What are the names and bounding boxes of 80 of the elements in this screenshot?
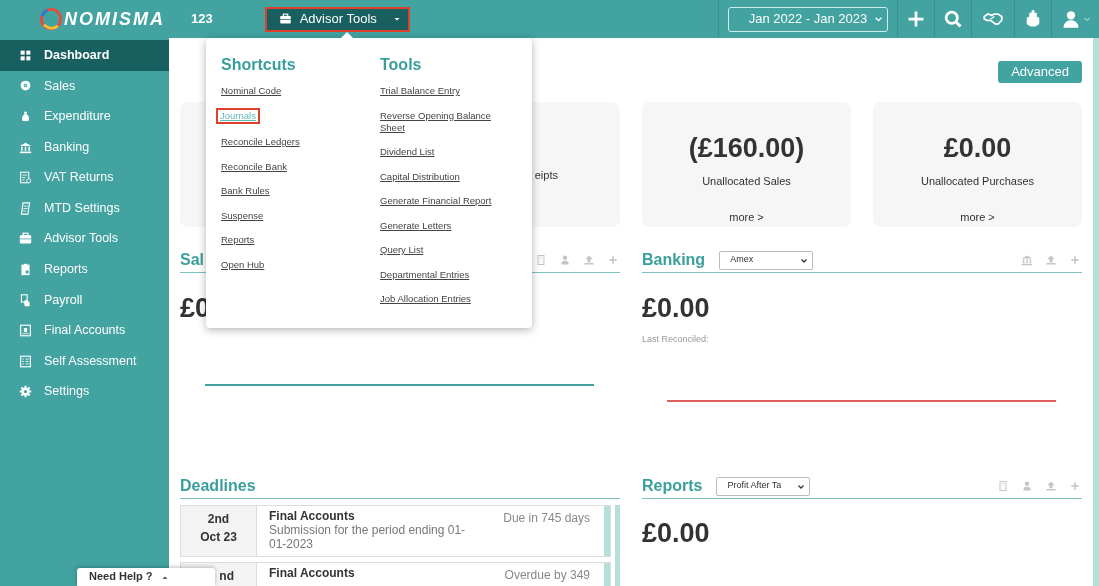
upload-icon[interactable] [1045,254,1057,266]
plus-icon[interactable] [1069,480,1081,492]
due-label: Overdue by 349 [504,567,591,584]
upload-icon[interactable] [583,254,595,266]
user-icon[interactable] [559,254,571,266]
menu-link[interactable]: Generate Financial Report [380,195,492,207]
chevron-icon [1082,15,1091,23]
search-icon[interactable] [943,9,963,29]
calculator-icon[interactable] [535,254,547,266]
section-title: Banking [642,250,706,270]
deadline-day: nd [219,567,234,585]
menu-link[interactable]: Job Allocation Entries [380,293,471,305]
menu-heading: Tools [380,55,422,75]
briefcase-icon [19,232,32,246]
filter-select[interactable]: Profit After Ta [716,476,811,496]
card-value: (£160.00) [688,132,805,165]
grid-icon [19,48,32,62]
card-label: Unallocated Purchases [920,173,1035,189]
bank-icon [19,140,32,154]
deadline-month: Oct 23 [200,529,237,546]
upload-icon[interactable] [1045,480,1057,492]
settings-icon [19,385,32,399]
item-scroll-bar [604,506,610,556]
menu-link[interactable]: Reconcile Ledgers [221,136,300,148]
filter-select[interactable]: Amex [719,250,814,270]
logo-ring-icon [40,8,62,30]
hand-icon [19,293,32,307]
menu-link[interactable]: Open Hub [221,258,265,271]
deadline-title: Final Accounts [269,509,356,523]
clipboard-icon [19,262,32,276]
advisor-tools-button[interactable]: Advisor Tools [264,6,410,32]
caret-icon [392,15,401,23]
bank-icon[interactable] [1021,254,1033,266]
checklist-icon [19,354,32,368]
deadline-title: Final Accounts [269,566,356,580]
calculator-icon[interactable] [997,480,1009,492]
caret-icon [160,574,169,582]
menu-link[interactable]: Departmental Entries [380,268,470,281]
section-title: Sal [180,250,204,270]
more-link[interactable]: more > [960,209,995,226]
menu-link[interactable]: Reports [221,234,255,246]
card-value: £0.00 [943,132,1012,165]
menu-link[interactable]: Nominal Code [221,85,282,97]
chevron-icon [800,256,809,265]
menu-link[interactable]: Generate Letters [380,219,452,232]
more-link[interactable]: more > [729,209,764,226]
menu-link[interactable]: Query List [380,244,424,256]
balance-value: £0.00 [642,517,711,550]
section-title: Deadlines [180,476,256,496]
due-label: Due in 745 days [503,510,591,527]
plus-icon[interactable] [1069,254,1081,266]
menu-link[interactable]: Capital Distribution [380,170,460,183]
menu-link[interactable]: Bank Rules [221,185,270,197]
menu-link[interactable]: Reverse Opening Balance Sheet [380,109,510,134]
menu-heading: Shortcuts [221,55,296,75]
menu-link[interactable]: Trial Balance Entry [380,85,460,97]
card-label: Unallocated Sales [702,173,791,189]
briefcase-icon [278,13,292,25]
receipt-icon [19,201,32,215]
deadline-item[interactable]: 2nd Oct 23 Final Accounts Submission for the period ending 01-01-2023 Due in 745 days [180,505,611,557]
coin-icon [19,79,32,93]
section-title: Reports [642,476,703,496]
scrollbar[interactable] [1093,38,1099,586]
deadline-description: Submission for the period ending 01-01-2023 [269,523,467,551]
menu-link[interactable]: Dividend List [380,146,435,158]
menu-link[interactable]: Suspense [221,209,264,222]
company-number: 123 [191,10,213,29]
framed-document-icon [19,324,32,338]
balance-value: £0.00 [642,292,711,325]
card-label: eipts [534,168,558,183]
money-bag-icon [19,110,32,123]
user-icon[interactable] [1021,480,1033,492]
deadline-day: 2nd [207,510,230,528]
plus-icon[interactable] [607,254,619,266]
sidebar-item[interactable]: Dashboard [0,40,169,71]
last-reconciled-label: Last Reconciled: [642,332,710,346]
chevron-icon [797,482,806,491]
help-toast[interactable]: Need Help ? [77,568,215,586]
menu-link[interactable]: Reconcile Bank [221,160,287,173]
document-icon [19,171,32,185]
